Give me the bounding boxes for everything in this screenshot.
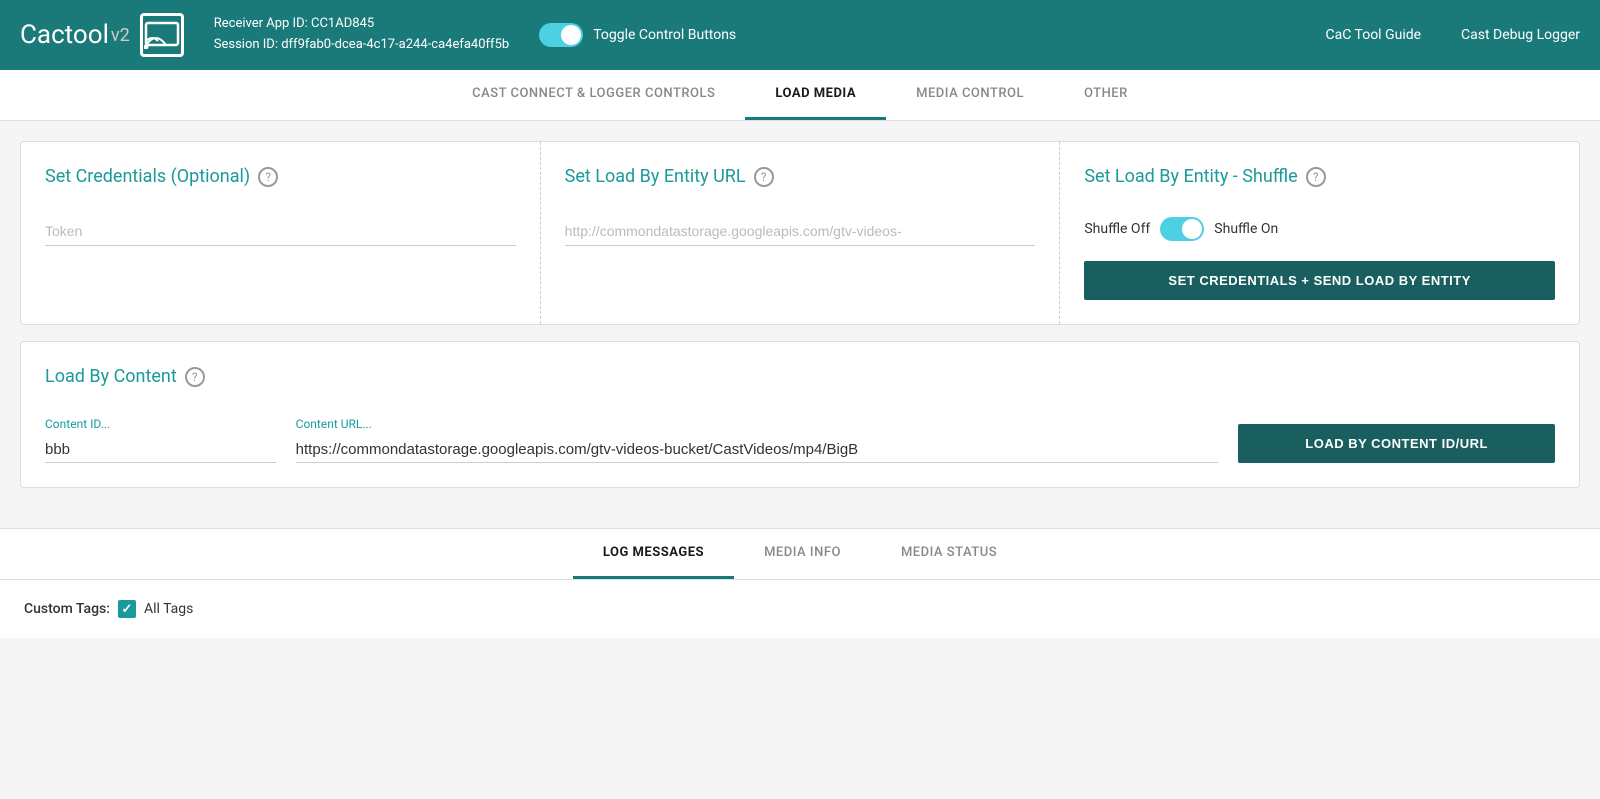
tab-media-info[interactable]: MEDIA INFO [734,529,871,579]
custom-tags-label: Custom Tags: [24,601,110,617]
load-by-content-button[interactable]: LOAD BY CONTENT ID/URL [1238,424,1555,463]
cast-svg-icon [144,21,180,49]
load-by-entity-url-title: Set Load By Entity URL ? [565,166,1036,187]
load-by-content-title: Load By Content ? [45,366,1555,387]
session-info: Receiver App ID: CC1AD845 Session ID: df… [214,14,509,56]
cards-row: Set Credentials (Optional) ? Set Load By… [20,141,1580,325]
all-tags-label: All Tags [144,601,193,617]
session-id: Session ID: dff9fab0-dcea-4c17-a244-ca4e… [214,35,509,56]
app-version: v2 [111,25,130,46]
tab-media-status[interactable]: MEDIA STATUS [871,529,1027,579]
content-url-input[interactable] [296,435,1219,463]
shuffle-toggle[interactable] [1160,217,1204,241]
header-nav: CaC Tool Guide Cast Debug Logger [1326,27,1581,43]
content-url-field-group: Content URL... [296,417,1219,463]
load-by-entity-url-help-icon[interactable]: ? [754,167,774,187]
cac-tool-guide-link[interactable]: CaC Tool Guide [1326,27,1422,43]
load-by-entity-shuffle-card: Set Load By Entity - Shuffle ? Shuffle O… [1060,142,1579,324]
content-id-label: Content ID... [45,417,276,431]
bottom-section: LOG MESSAGES MEDIA INFO MEDIA STATUS Cus… [0,528,1600,638]
tab-log-messages[interactable]: LOG MESSAGES [573,529,734,579]
content-url-label: Content URL... [296,417,1219,431]
bottom-tabs: LOG MESSAGES MEDIA INFO MEDIA STATUS [0,529,1600,580]
shuffle-toggle-row: Shuffle Off Shuffle On [1084,217,1555,241]
all-tags-checkbox[interactable] [118,600,136,618]
shuffle-on-label: Shuffle On [1214,221,1278,237]
credentials-help-icon[interactable]: ? [258,167,278,187]
app-header: Cactool v2 Receiver App ID: CC1AD845 Ses… [0,0,1600,70]
main-tabs: CAST CONNECT & LOGGER CONTROLS LOAD MEDI… [0,70,1600,121]
credentials-card: Set Credentials (Optional) ? [21,142,541,324]
load-by-content-help-icon[interactable]: ? [185,367,205,387]
credentials-title: Set Credentials (Optional) ? [45,166,516,187]
token-input[interactable] [45,217,516,246]
toggle-control-label: Toggle Control Buttons [593,27,736,43]
app-title: Cactool [20,20,109,50]
tab-other[interactable]: OTHER [1054,70,1158,120]
cast-logo-icon [140,13,184,57]
tab-media-control[interactable]: MEDIA CONTROL [886,70,1054,120]
tab-load-media[interactable]: LOAD MEDIA [745,70,886,120]
toggle-section[interactable]: Toggle Control Buttons [539,23,736,47]
tab-cast-connect[interactable]: CAST CONNECT & LOGGER CONTROLS [442,70,745,120]
load-by-content-card: Load By Content ? Content ID... Content … [20,341,1580,488]
content-area: Set Credentials (Optional) ? Set Load By… [0,121,1600,528]
receiver-app-id: Receiver App ID: CC1AD845 [214,14,509,35]
toggle-control-switch[interactable] [539,23,583,47]
logo-section: Cactool v2 [20,13,184,57]
content-id-input[interactable] [45,435,276,463]
entity-url-input[interactable] [565,217,1036,246]
content-id-field-group: Content ID... [45,417,276,463]
set-credentials-send-load-by-entity-button[interactable]: SET CREDENTIALS + SEND LOAD BY ENTITY [1084,261,1555,300]
load-by-entity-url-card: Set Load By Entity URL ? [541,142,1061,324]
bottom-content: Custom Tags: All Tags [0,580,1600,638]
shuffle-off-label: Shuffle Off [1084,221,1150,237]
load-by-entity-shuffle-help-icon[interactable]: ? [1306,167,1326,187]
cast-debug-logger-link[interactable]: Cast Debug Logger [1461,27,1580,43]
load-content-fields: Content ID... Content URL... LOAD BY CON… [45,417,1555,463]
custom-tags-row: Custom Tags: All Tags [24,600,1576,618]
load-by-entity-shuffle-title: Set Load By Entity - Shuffle ? [1084,166,1555,187]
